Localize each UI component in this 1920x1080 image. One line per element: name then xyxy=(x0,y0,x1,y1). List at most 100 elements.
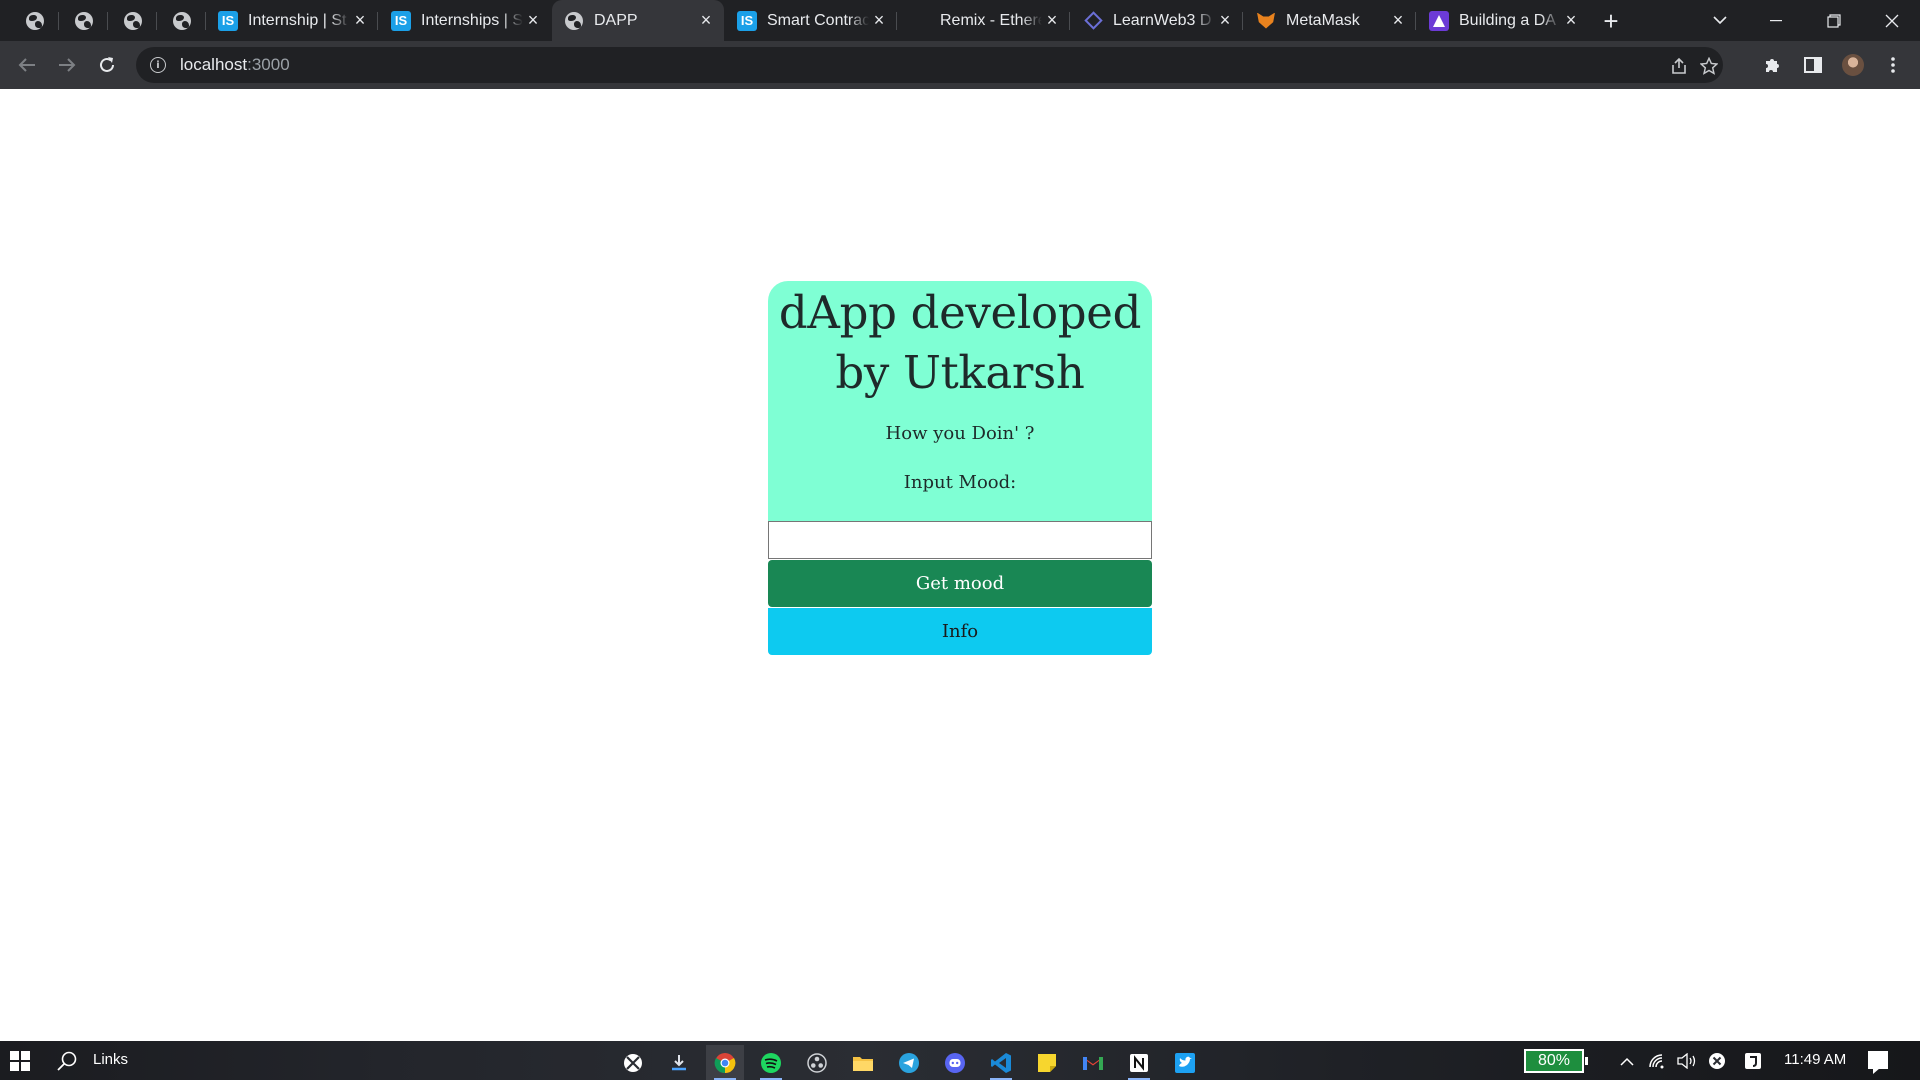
dapp-card: dApp developed by Utkarsh How you Doin' … xyxy=(768,281,1152,655)
notion-icon[interactable] xyxy=(1120,1045,1158,1080)
close-window-button[interactable] xyxy=(1864,0,1920,41)
tab-metamask[interactable]: MetaMask × xyxy=(1244,0,1416,41)
wifi-icon[interactable] xyxy=(1646,1050,1668,1072)
tab-title: Building a DA xyxy=(1459,11,1556,29)
share-icon[interactable] xyxy=(1668,55,1690,77)
status-x-icon[interactable] xyxy=(1706,1050,1728,1072)
info-button[interactable]: Info xyxy=(768,608,1152,655)
greeting-text: How you Doin' ? xyxy=(885,423,1035,444)
forward-button[interactable] xyxy=(51,49,83,81)
tab-dapp[interactable]: DAPP × xyxy=(552,0,724,41)
globe-icon xyxy=(74,11,93,30)
vscode-icon[interactable] xyxy=(982,1045,1020,1080)
remix-icon xyxy=(910,11,930,31)
discord-icon[interactable] xyxy=(936,1045,974,1080)
globe-icon xyxy=(172,11,191,30)
is-icon: IS xyxy=(391,10,411,31)
globe-icon xyxy=(25,11,44,30)
arrow-right-icon xyxy=(59,58,76,72)
spotify-icon[interactable] xyxy=(752,1045,790,1080)
tab-learnweb3[interactable]: LearnWeb3 D × xyxy=(1071,0,1243,41)
info-icon[interactable]: i xyxy=(150,57,166,73)
restore-button[interactable] xyxy=(1806,0,1862,41)
tab-title: Remix - Ethere xyxy=(940,11,1042,29)
page-title: dApp developed by Utkarsh xyxy=(778,286,1142,399)
pinned-tab-3[interactable] xyxy=(108,0,157,41)
bookmark-star-icon[interactable] xyxy=(1698,55,1720,77)
pinned-tab-4[interactable] xyxy=(157,0,206,41)
search-icon[interactable] xyxy=(56,1050,78,1072)
back-button[interactable] xyxy=(11,49,43,81)
address-bar[interactable]: i localhost:3000 xyxy=(136,47,1723,83)
arrow-left-icon xyxy=(18,58,35,72)
dapp-card-header: dApp developed by Utkarsh How you Doin' … xyxy=(768,281,1152,521)
volume-icon[interactable] xyxy=(1676,1050,1698,1072)
tab-title: Internship | St xyxy=(248,11,347,29)
globe-icon xyxy=(123,11,142,30)
start-button[interactable] xyxy=(10,1051,30,1071)
tab-remix[interactable]: Remix - Ethere × xyxy=(898,0,1070,41)
steam-download-icon[interactable] xyxy=(660,1045,698,1080)
telegram-icon[interactable] xyxy=(890,1045,928,1080)
url-text[interactable]: localhost:3000 xyxy=(180,55,290,75)
taskbar-search-label[interactable]: Links xyxy=(93,1051,128,1068)
tab-title: MetaMask xyxy=(1286,11,1360,29)
url-host: localhost xyxy=(180,55,248,74)
tab-title: DAPP xyxy=(594,11,638,29)
globe-icon xyxy=(564,11,584,31)
twitter-icon[interactable] xyxy=(1166,1045,1204,1080)
reload-button[interactable] xyxy=(91,49,123,81)
clock[interactable]: 11:49 AM xyxy=(1784,1051,1846,1068)
app-tray-icon[interactable] xyxy=(1742,1050,1764,1072)
sticky-notes-icon[interactable] xyxy=(1028,1045,1066,1080)
menu-kebab-icon[interactable] xyxy=(1881,53,1905,77)
buildspace-icon xyxy=(1429,10,1449,31)
close-icon[interactable]: × xyxy=(350,10,370,31)
gmail-icon[interactable] xyxy=(1074,1045,1112,1080)
minimize-button[interactable] xyxy=(1748,0,1804,41)
file-explorer-icon[interactable] xyxy=(844,1045,882,1080)
metamask-icon xyxy=(1256,11,1276,31)
tab-internship[interactable]: IS Internship | St × xyxy=(206,0,378,41)
tab-search-button[interactable] xyxy=(1708,8,1732,32)
close-icon[interactable]: × xyxy=(523,10,543,31)
tab-internships[interactable]: IS Internships | S × xyxy=(379,0,551,41)
obs-icon[interactable] xyxy=(798,1045,836,1080)
tab-title: LearnWeb3 D xyxy=(1113,11,1212,29)
extensions-puzzle-icon[interactable] xyxy=(1761,53,1785,77)
close-icon[interactable]: × xyxy=(1042,10,1062,31)
url-port: :3000 xyxy=(247,55,290,74)
is-icon: IS xyxy=(218,10,238,31)
get-mood-button[interactable]: Get mood xyxy=(768,560,1152,607)
mood-input[interactable] xyxy=(768,521,1152,559)
close-icon[interactable]: × xyxy=(1388,10,1408,31)
close-icon[interactable]: × xyxy=(1561,10,1581,31)
input-mood-label: Input Mood: xyxy=(903,472,1017,493)
restore-icon xyxy=(1827,13,1841,28)
notification-icon[interactable] xyxy=(1868,1051,1888,1074)
windows-taskbar: Links 80% 11:49 AM xyxy=(0,1041,1920,1080)
pinned-tab-1[interactable] xyxy=(10,0,59,41)
tab-title: Internships | S xyxy=(421,11,523,29)
close-icon[interactable]: × xyxy=(696,10,716,31)
battery-indicator[interactable]: 80% xyxy=(1524,1049,1588,1073)
chevron-up-icon[interactable] xyxy=(1616,1050,1638,1072)
chrome-icon[interactable] xyxy=(706,1045,744,1080)
close-icon[interactable]: × xyxy=(1215,10,1235,31)
page-viewport: dApp developed by Utkarsh How you Doin' … xyxy=(0,89,1920,1041)
tab-building-dapp[interactable]: Building a DA × xyxy=(1417,0,1589,41)
new-tab-button[interactable]: + xyxy=(1598,6,1624,36)
pinned-tab-2[interactable] xyxy=(59,0,108,41)
tab-strip: IS Internship | St × IS Internships | S … xyxy=(0,0,1920,41)
close-icon[interactable]: × xyxy=(869,10,889,31)
close-icon xyxy=(1885,14,1899,27)
avatar xyxy=(1842,54,1864,76)
xbox-icon[interactable] xyxy=(614,1045,652,1080)
tab-smart-contract[interactable]: IS Smart Contrac × xyxy=(725,0,897,41)
learnweb3-icon xyxy=(1083,11,1103,31)
chevron-down-icon xyxy=(1713,15,1727,24)
side-panel-icon[interactable] xyxy=(1801,53,1825,77)
tab-title: Smart Contrac xyxy=(767,11,869,29)
profile-avatar[interactable] xyxy=(1841,53,1865,77)
is-icon: IS xyxy=(737,10,757,31)
